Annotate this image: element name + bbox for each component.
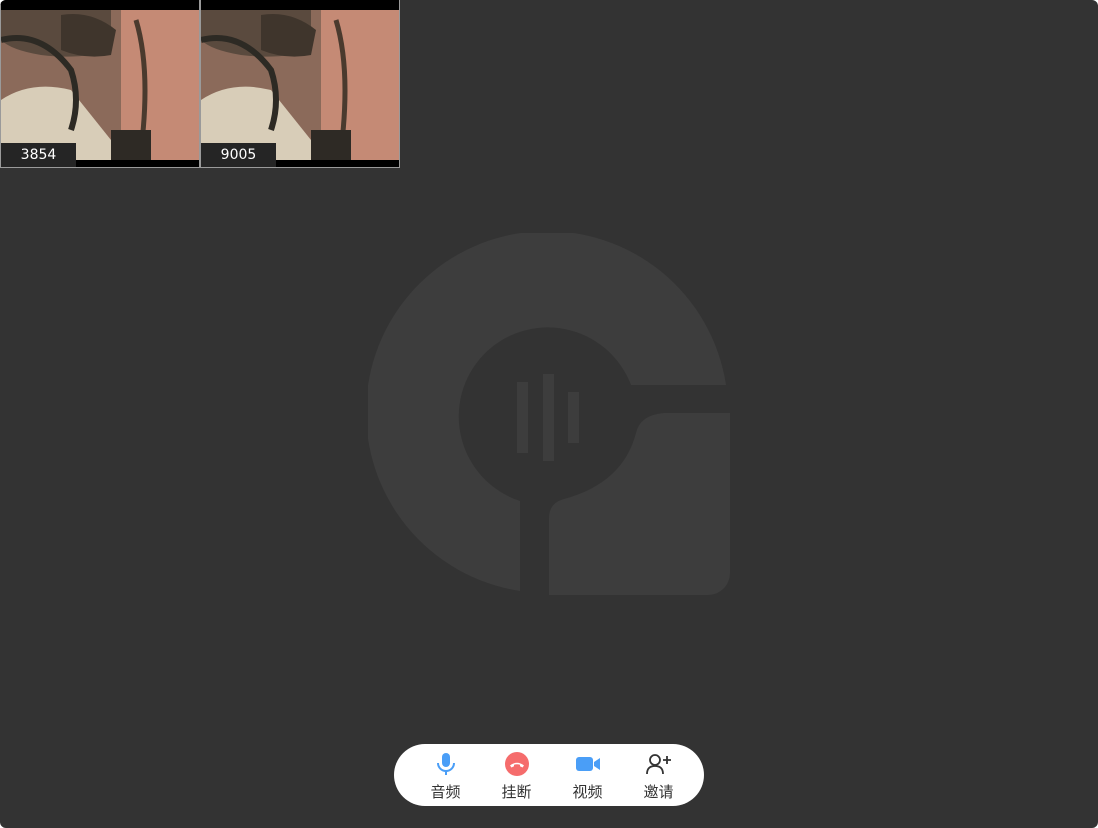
invite-button[interactable]: 邀请 [623,744,694,801]
add-user-icon [645,751,672,777]
hangup-label: 挂断 [501,783,532,801]
phone-hangup-icon [504,751,530,777]
audio-button[interactable]: 音频 [410,744,481,801]
microphone-icon [433,751,459,777]
video-label: 视频 [572,783,603,801]
participant-video-frame [1,10,199,160]
participant-thumbnails: 3854 9005 [0,0,400,168]
participant-tile[interactable]: 9005 [200,0,400,168]
app-logo [368,233,730,595]
invite-label: 邀请 [643,783,674,801]
video-camera-icon [575,751,601,777]
video-call-stage: 3854 9005 音频 挂断 视频 邀请 [0,0,1098,828]
participant-video-frame [201,10,399,160]
hangup-button[interactable]: 挂断 [481,744,552,801]
video-button[interactable]: 视频 [552,744,623,801]
participant-id-label: 9005 [201,143,276,167]
participant-tile[interactable]: 3854 [0,0,200,168]
participant-id-label: 3854 [1,143,76,167]
audio-label: 音频 [430,783,461,801]
call-toolbar: 音频 挂断 视频 邀请 [394,744,704,806]
